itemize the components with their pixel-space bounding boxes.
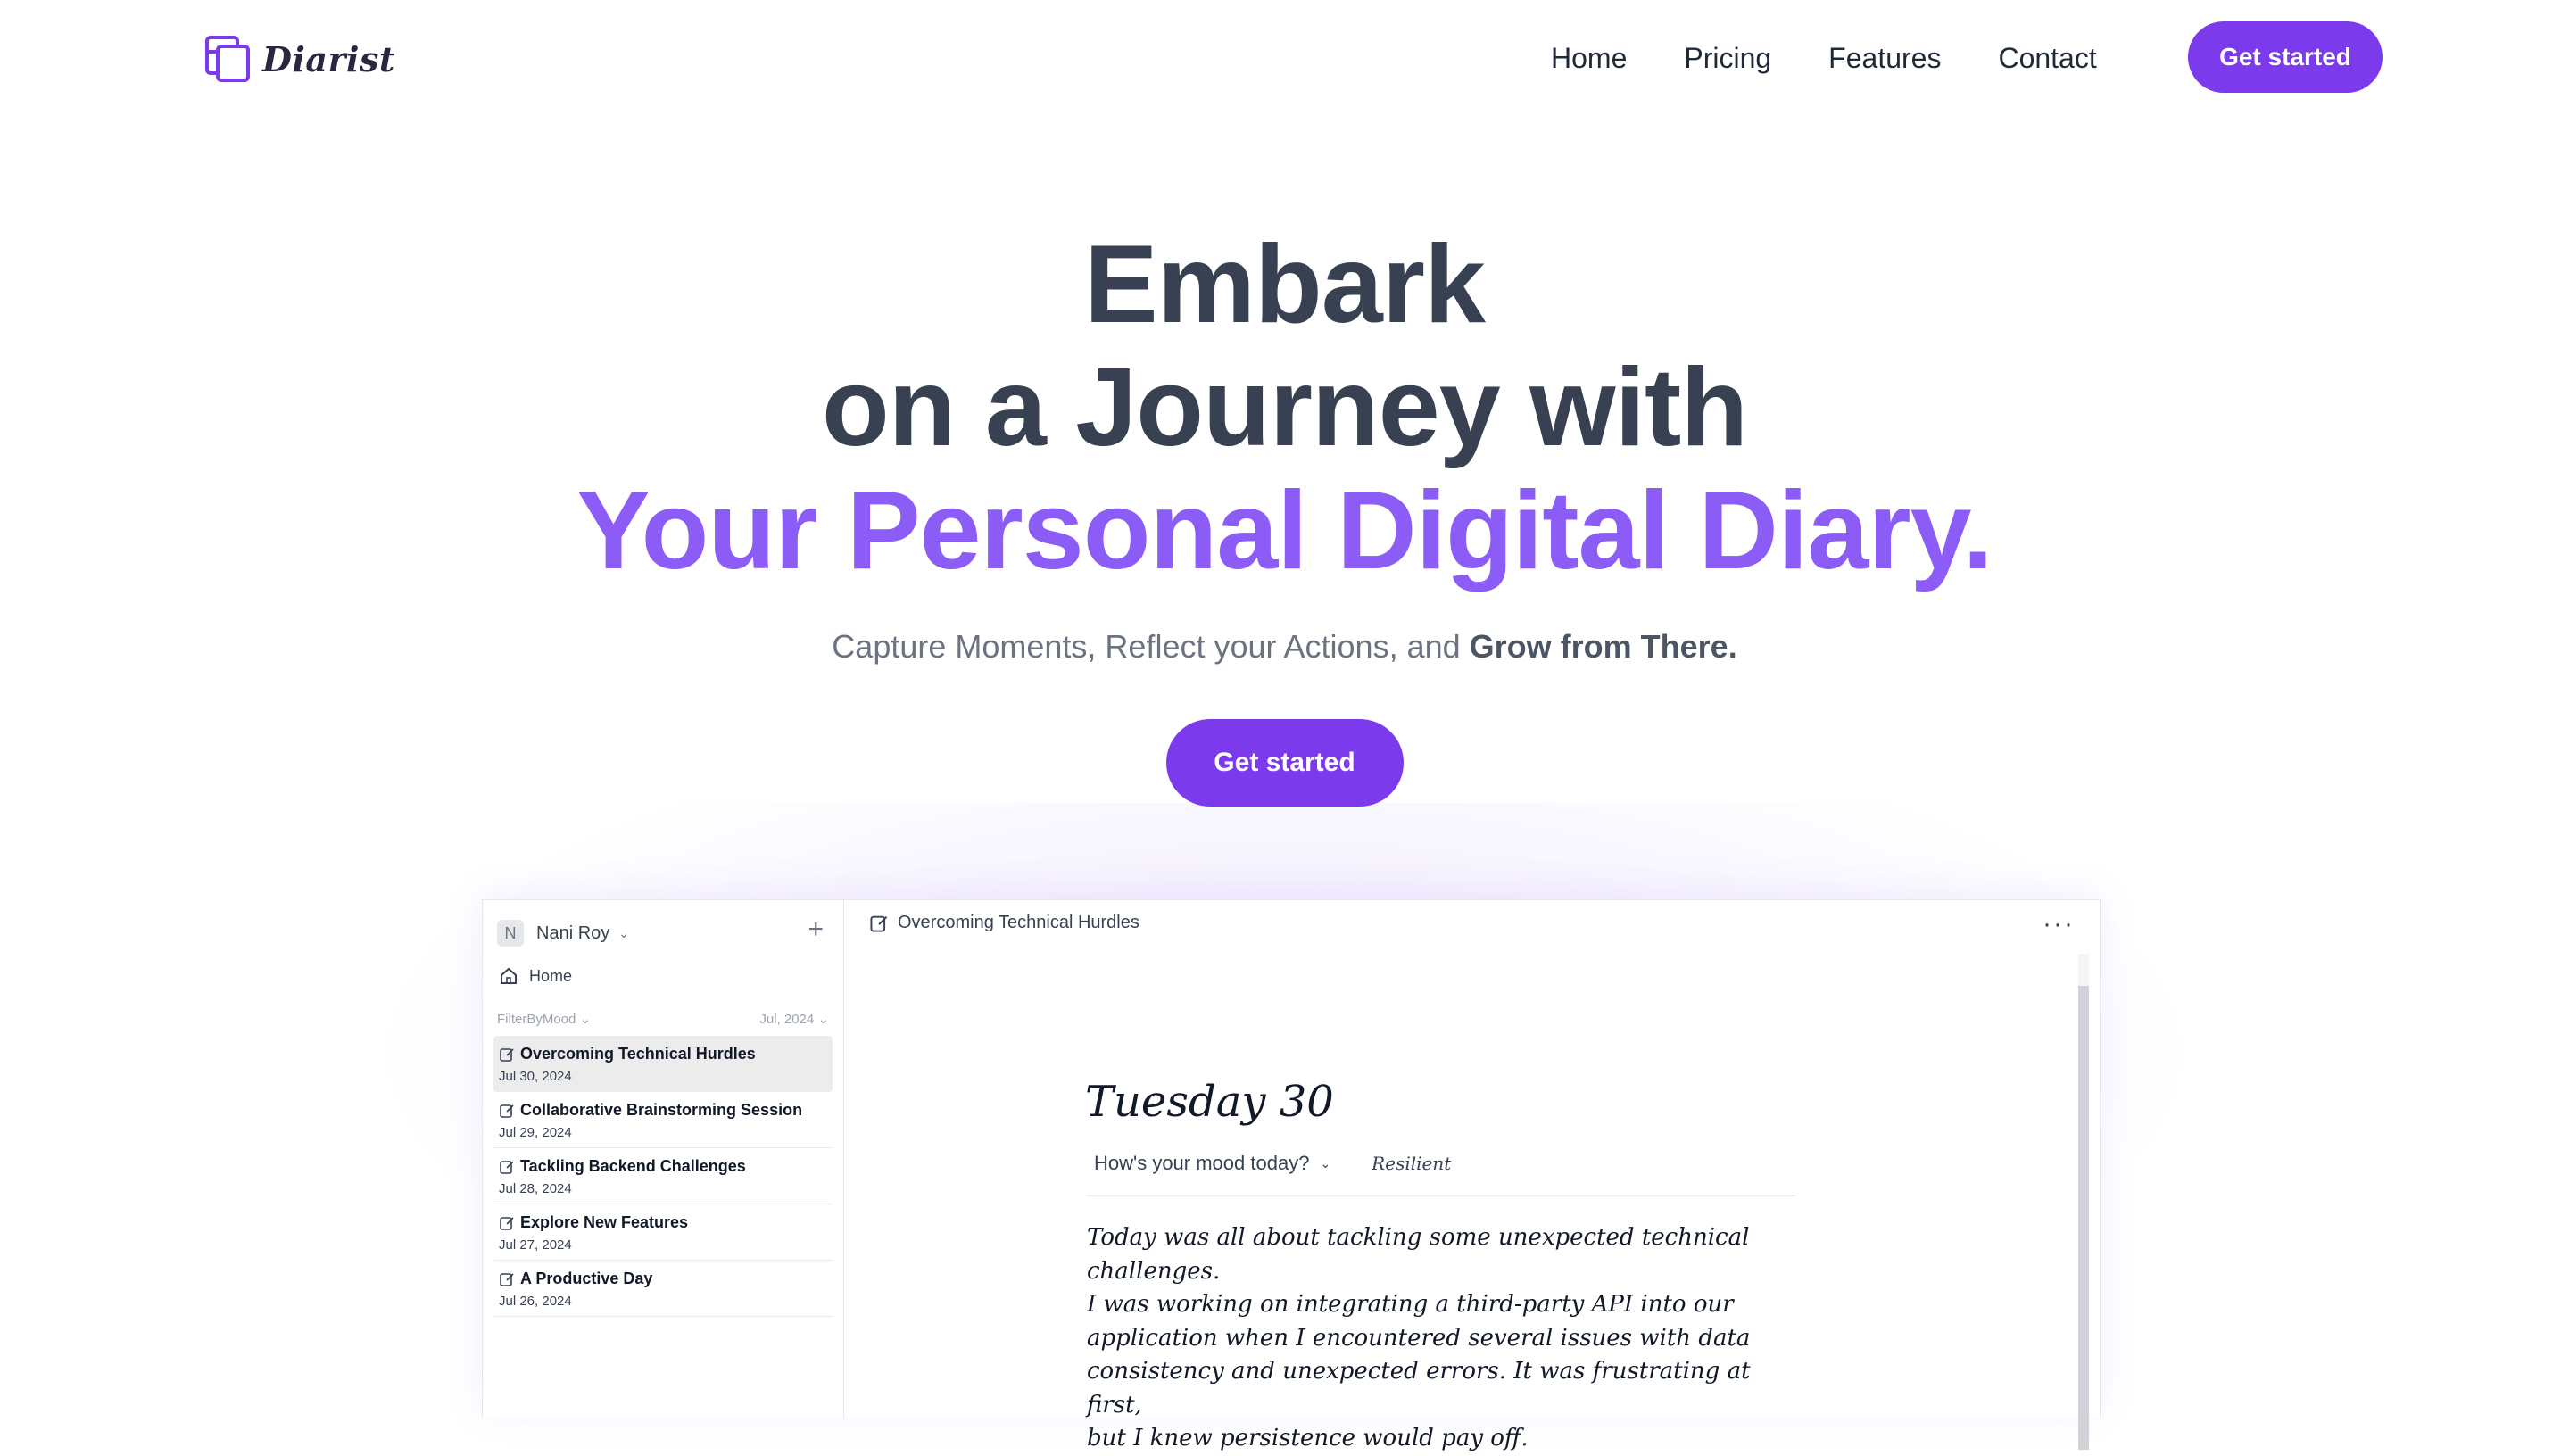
subtitle-emphasis: Grow from There. [1469,628,1737,665]
body-line: consistency and unexpected errors. It wa… [1087,1358,1751,1419]
mood-question: How's your mood today? [1094,1152,1310,1174]
edit-note-icon [500,1047,514,1062]
edit-note-icon [500,1216,514,1230]
edit-note-icon [870,915,888,932]
entry-list: Overcoming Technical Hurdles Jul 30, 202… [493,1036,833,1317]
list-item[interactable]: Collaborative Brainstorming Session Jul … [493,1092,833,1148]
workspace-name: Nani Roy [536,922,610,943]
scrollbar[interactable] [2078,954,2089,1450]
entry-date: Jul 27, 2024 [499,1237,572,1253]
nav-links: Home Pricing Features Contact [1551,36,2154,80]
editor-pane: Overcoming Technical Hurdles ··· Tuesday… [844,900,2100,1452]
app-preview: N Nani Roy ⌄ + Home FilterByMood ⌄ Jul, … [482,899,2101,1452]
headline-line-3: Your Personal Digital Diary. [576,469,1993,592]
hero-subtitle: Capture Moments, Reflect your Actions, a… [0,628,2569,666]
entry-date: Jul 29, 2024 [499,1125,572,1140]
chevron-down-icon: ⌄ [1320,1155,1331,1171]
nav-pricing-link[interactable]: Pricing [1684,36,1771,80]
entry-title: Collaborative Brainstorming Session [520,1101,803,1119]
month-selector[interactable]: Jul, 2024 ⌄ [759,1011,829,1027]
entry-title: Explore New Features [520,1213,689,1231]
entry-date: Jul 30, 2024 [499,1069,572,1084]
filter-row: FilterByMood ⌄ Jul, 2024 ⌄ [497,1011,829,1027]
mood-selector[interactable]: How's your mood today? ⌄ Resilient [1094,1152,1451,1175]
day-heading: Tuesday 30 [1085,1077,1334,1127]
hero-headline: Embark on a Journey with Your Personal D… [0,223,2569,592]
nav-features-link[interactable]: Features [1828,36,1941,80]
hero-get-started-button[interactable]: Get started [1165,719,1404,807]
entry-date: Jul 28, 2024 [499,1181,572,1196]
top-nav: Diarist Home Pricing Features Contact Ge… [0,0,2569,116]
body-line: I was working on integrating a third-par… [1087,1291,1734,1318]
sidebar: N Nani Roy ⌄ + Home FilterByMood ⌄ Jul, … [483,900,844,1418]
avatar: N [497,920,524,947]
divider [1087,1195,1795,1196]
edit-note-icon [500,1104,514,1118]
entry-title: Overcoming Technical Hurdles [520,1045,756,1063]
mood-value: Resilient [1372,1153,1452,1174]
headline-line-1: Embark [1084,223,1486,346]
list-item[interactable]: Tackling Backend Challenges Jul 28, 2024 [493,1148,833,1204]
filter-by-mood-dropdown[interactable]: FilterByMood ⌄ [497,1011,591,1027]
sidebar-item-home[interactable]: Home [499,966,572,986]
workspace-switcher[interactable]: N Nani Roy ⌄ [497,920,629,947]
nav-get-started-button[interactable]: Get started [2188,21,2383,93]
sidebar-item-label: Home [529,966,573,985]
brand-name: Diarist [262,38,395,79]
entry-title: A Productive Day [520,1270,653,1287]
diary-logo-icon [205,36,250,82]
nav-home-link[interactable]: Home [1551,36,1627,80]
body-line: application when I encountered several i… [1087,1324,1751,1352]
body-line: but I knew persistence would pay off. [1087,1425,1529,1452]
document-title: Overcoming Technical Hurdles [898,913,1139,932]
list-item[interactable]: Overcoming Technical Hurdles Jul 30, 202… [493,1036,833,1092]
chevron-down-icon: ⌄ [618,925,629,940]
entry-body[interactable]: Today was all about tackling some unexpe… [1087,1221,1801,1456]
list-item[interactable]: A Productive Day Jul 26, 2024 [493,1261,833,1317]
list-item[interactable]: Explore New Features Jul 27, 2024 [493,1204,833,1261]
scrollbar-thumb[interactable] [2078,986,2089,1450]
hero-section: Embark on a Journey with Your Personal D… [0,223,2569,807]
edit-note-icon [500,1160,514,1174]
add-entry-button[interactable]: + [808,916,824,943]
entry-title: Tackling Backend Challenges [520,1157,746,1175]
brand-logo[interactable]: Diarist [203,34,395,84]
home-icon [501,967,517,984]
more-horizontal-icon[interactable]: ··· [2043,909,2075,939]
body-line: Today was all about tackling some unexpe… [1087,1224,1750,1285]
entry-date: Jul 26, 2024 [499,1294,572,1309]
subtitle-text: Capture Moments, Reflect your Actions, a… [832,628,1461,665]
headline-line-2: on a Journey with [821,346,1748,469]
edit-note-icon [500,1272,514,1286]
breadcrumb: Overcoming Technical Hurdles [869,913,1139,933]
nav-contact-link[interactable]: Contact [1998,36,2096,80]
